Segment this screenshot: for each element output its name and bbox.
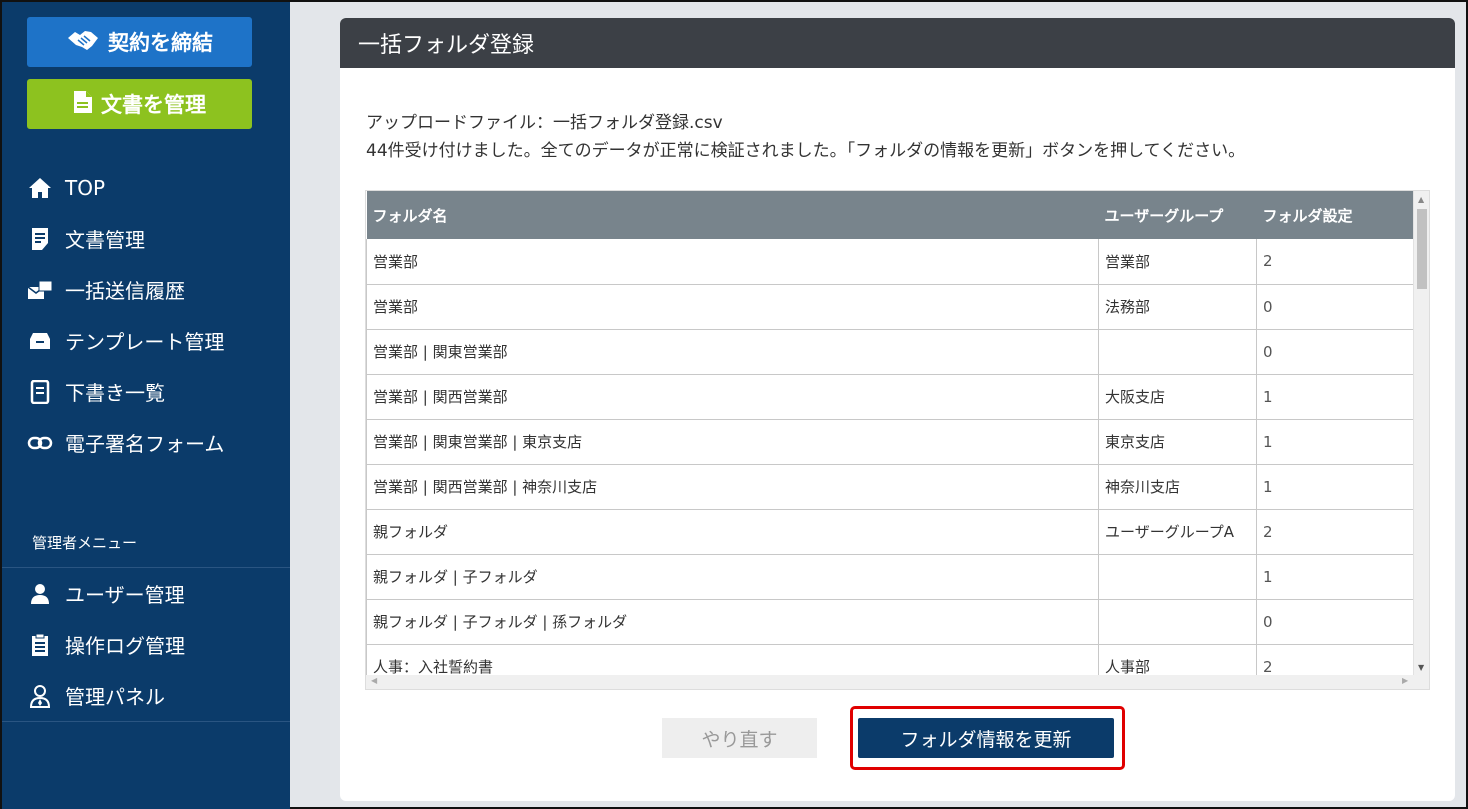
nav-item-label: 操作ログ管理 [65, 634, 185, 658]
nav-item-esign-form[interactable]: 電子署名フォーム [2, 417, 290, 468]
nav-item-drafts[interactable]: 下書き一覧 [2, 366, 290, 417]
nav-item-label: テンプレート管理 [65, 330, 225, 354]
folder-setting-cell: 0 [1256, 599, 1414, 645]
log-icon [27, 632, 53, 658]
file-icon [73, 90, 101, 119]
nav-item-label: 管理パネル [65, 685, 165, 709]
nav-item-log-management[interactable]: 操作ログ管理 [2, 619, 290, 670]
user-group-cell [1098, 554, 1257, 600]
folder-table-container[interactable]: フォルダ名 ユーザーグループ フォルダ設定 営業部 営業部 2 営業部 法務部 0 営業部 … [365, 190, 1430, 690]
horizontal-scrollbar[interactable]: ◀ ▶ [366, 675, 1429, 689]
folder-setting-cell: 1 [1256, 464, 1414, 510]
folder-setting-cell: 1 [1256, 419, 1414, 465]
nav-item-label: 文書管理 [65, 228, 145, 252]
scrollbar-thumb[interactable] [1417, 209, 1427, 289]
home-icon [27, 175, 53, 201]
template-icon [27, 328, 53, 354]
folder-name-cell: 営業部 | 関西営業部 [366, 374, 1099, 420]
folder-name-cell: 人事：入社誓約書 [366, 644, 1099, 676]
folder-name-cell: 営業部 [366, 239, 1099, 285]
bulk-folder-panel: 一括フォルダ登録 アップロードファイル：一括フォルダ登録.csv 44件受け付け… [340, 18, 1455, 801]
admin-panel-icon [27, 683, 53, 709]
folder-setting-cell: 0 [1256, 329, 1414, 375]
nav-item-batch-history[interactable]: 一括送信履歴 [2, 264, 290, 315]
table-row: 営業部 | 関東営業部 | 東京支店 東京支店 1 [366, 419, 1414, 465]
upload-file-info: アップロードファイル：一括フォルダ登録.csv [366, 113, 723, 133]
manage-documents-button[interactable]: 文書を管理 [27, 79, 252, 129]
folder-setting-cell: 1 [1256, 554, 1414, 600]
main-nav: TOP 文書管理 一括送信履歴 テンプレート管理 下書き一覧 電子署名フォーム [2, 162, 290, 468]
user-icon [27, 581, 53, 607]
user-group-cell [1098, 599, 1257, 645]
table-row: 人事：入社誓約書 人事部 2 [366, 644, 1414, 676]
contract-button[interactable]: 契約を締結 [27, 17, 252, 67]
admin-menu-title: 管理者メニュー [32, 534, 138, 552]
handshake-icon [66, 26, 108, 59]
panel-title: 一括フォルダ登録 [340, 18, 1455, 68]
table-row: 営業部 | 関西営業部 | 神奈川支店 神奈川支店 1 [366, 464, 1414, 510]
nav-item-templates[interactable]: テンプレート管理 [2, 315, 290, 366]
nav-item-top[interactable]: TOP [2, 162, 290, 213]
nav-item-label: TOP [65, 175, 106, 200]
folder-name-cell: 親フォルダ | 子フォルダ [366, 554, 1099, 600]
table-row: 営業部 法務部 0 [366, 284, 1414, 330]
sidebar-divider [2, 721, 290, 722]
scroll-down-arrow-icon[interactable]: ▼ [1418, 663, 1424, 672]
folder-name-cell: 営業部 | 関東営業部 | 東京支店 [366, 419, 1099, 465]
column-header: フォルダ設定 [1256, 191, 1414, 239]
folder-setting-cell: 2 [1256, 644, 1414, 676]
folder-name-cell: 親フォルダ [366, 509, 1099, 555]
app-window: 契約を締結 文書を管理 TOP 文書管理 一括送信履歴 テンプレート管理 下書き… [0, 0, 1468, 809]
nav-item-label: 電子署名フォーム [65, 432, 225, 456]
user-group-cell: 大阪支店 [1098, 374, 1257, 420]
user-group-cell: 法務部 [1098, 284, 1257, 330]
table-row: 営業部 | 関西営業部 大阪支店 1 [366, 374, 1414, 420]
folder-name-cell: 営業部 | 関西営業部 | 神奈川支店 [366, 464, 1099, 510]
scroll-right-arrow-icon[interactable]: ▶ [1402, 676, 1408, 685]
folder-name-cell: 営業部 | 関東営業部 [366, 329, 1099, 375]
draft-icon [27, 379, 53, 405]
validation-message: 44件受け付けました。全てのデータが正常に検証されました。「フォルダの情報を更新… [366, 141, 1246, 161]
column-header: ユーザーグループ [1098, 191, 1257, 239]
contract-button-label: 契約を締結 [108, 31, 213, 55]
table-row: 親フォルダ | 子フォルダ | 孫フォルダ 0 [366, 599, 1414, 645]
folder-name-cell: 営業部 [366, 284, 1099, 330]
folder-setting-cell: 2 [1256, 239, 1414, 285]
user-group-cell: 東京支店 [1098, 419, 1257, 465]
reset-button[interactable]: やり直す [662, 718, 817, 758]
sidebar: 契約を締結 文書を管理 TOP 文書管理 一括送信履歴 テンプレート管理 下書き… [2, 2, 290, 809]
user-group-cell [1098, 329, 1257, 375]
folder-setting-cell: 1 [1256, 374, 1414, 420]
folder-setting-cell: 0 [1256, 284, 1414, 330]
batch-send-icon [27, 277, 53, 303]
table-row: 親フォルダ ユーザーグループA 2 [366, 509, 1414, 555]
link-icon [27, 430, 53, 456]
nav-item-admin-panel[interactable]: 管理パネル [2, 670, 290, 721]
user-group-cell: 神奈川支店 [1098, 464, 1257, 510]
user-group-cell: ユーザーグループA [1098, 509, 1257, 555]
document-icon [27, 226, 53, 252]
folder-name-cell: 親フォルダ | 子フォルダ | 孫フォルダ [366, 599, 1099, 645]
scroll-up-arrow-icon[interactable]: ▲ [1418, 195, 1424, 204]
folder-table: フォルダ名 ユーザーグループ フォルダ設定 営業部 営業部 2 営業部 法務部 0 営業部 … [366, 191, 1414, 676]
user-group-cell: 営業部 [1098, 239, 1257, 285]
table-row: 親フォルダ | 子フォルダ 1 [366, 554, 1414, 600]
table-header-row: フォルダ名 ユーザーグループ フォルダ設定 [366, 191, 1414, 239]
user-group-cell: 人事部 [1098, 644, 1257, 676]
nav-item-user-management[interactable]: ユーザー管理 [2, 568, 290, 619]
admin-nav: ユーザー管理 操作ログ管理 管理パネル [2, 567, 290, 721]
update-folder-info-button[interactable]: フォルダ情報を更新 [858, 718, 1114, 758]
nav-item-documents[interactable]: 文書管理 [2, 213, 290, 264]
folder-setting-cell: 2 [1256, 509, 1414, 555]
nav-item-label: 一括送信履歴 [65, 279, 185, 303]
table-row: 営業部 営業部 2 [366, 239, 1414, 285]
nav-item-label: ユーザー管理 [65, 583, 185, 607]
manage-documents-label: 文書を管理 [101, 93, 206, 117]
table-row: 営業部 | 関東営業部 0 [366, 329, 1414, 375]
column-header: フォルダ名 [366, 191, 1099, 239]
scroll-left-arrow-icon[interactable]: ◀ [371, 676, 377, 685]
vertical-scrollbar[interactable]: ▲ ▼ [1413, 191, 1429, 676]
nav-item-label: 下書き一覧 [65, 381, 165, 405]
